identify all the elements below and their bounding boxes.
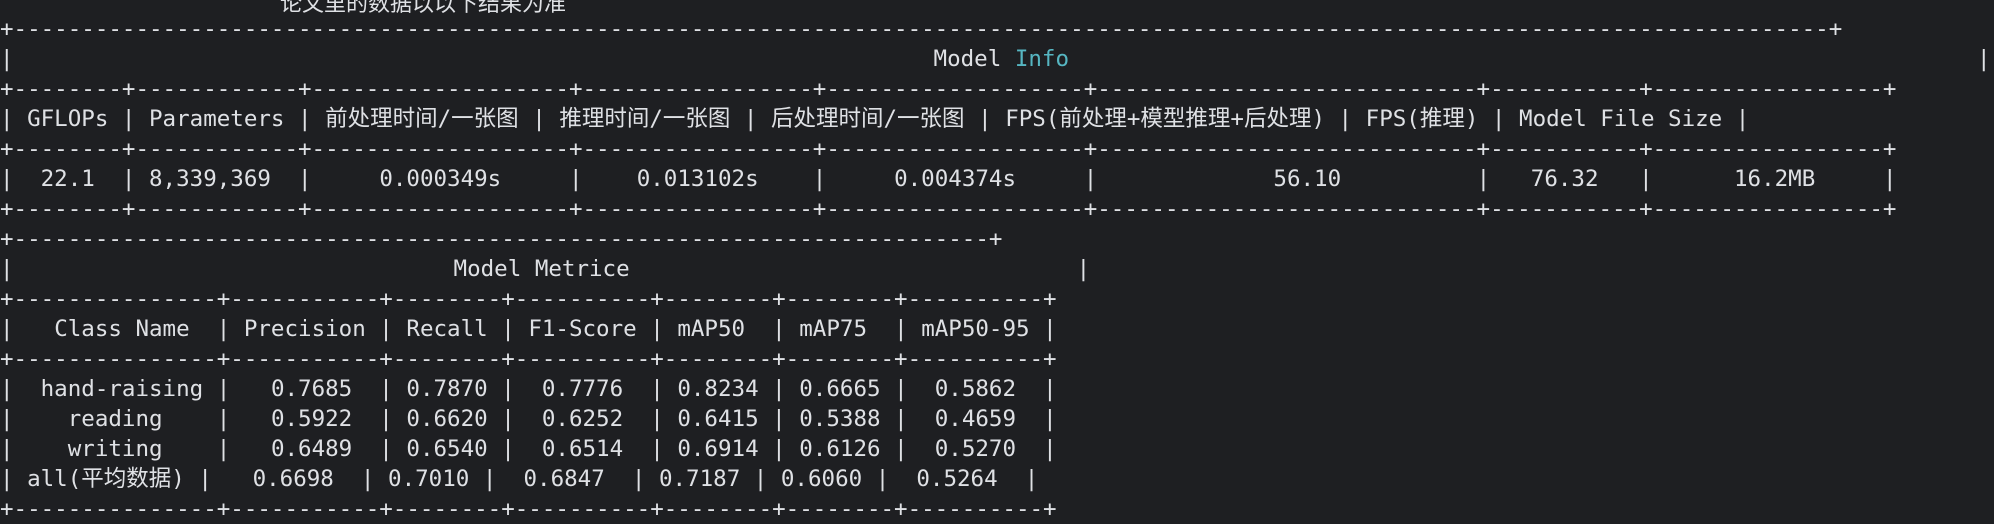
metrics-col-1: Precision: [243, 316, 366, 342]
metrics-col-5: mAP75: [799, 316, 867, 342]
table-row: | all(平均数据) | 0.6698 | 0.7010 | 0.6847 |…: [0, 466, 1039, 492]
info-border-mid: +--------+------------+-----------------…: [0, 76, 1897, 102]
info-val-1: 8,339,369: [149, 166, 271, 192]
info-col-1: Parameters: [149, 106, 285, 132]
info-title-row: | Model Info |: [0, 46, 1991, 72]
info-val-0: 22.1: [40, 166, 95, 192]
info-title-highlight: Info: [1014, 46, 1070, 72]
metrics-title-row: | Model Metrice |: [0, 256, 1091, 282]
metrics-border-bottom: +---------------+-----------+--------+--…: [0, 496, 1057, 522]
info-title-prefix: Model: [933, 46, 1015, 72]
info-col-4: 后处理时间/一张图: [771, 106, 965, 132]
terminal-output: 论文里的数据以以下结果为准 +-------------------------…: [0, 0, 1994, 522]
info-val-3: 0.013102s: [636, 166, 759, 192]
metrics-border-top: +---------------------------------------…: [0, 226, 1003, 252]
info-val-4: 0.004374s: [894, 166, 1017, 192]
info-col-5: FPS(前处理+模型推理+后处理): [1005, 106, 1326, 132]
info-border-bottom: +--------+------------+-----------------…: [0, 196, 1897, 222]
info-values-row: | 22.1 | 8,339,369 | 0.000349s | 0.01310…: [0, 166, 1897, 192]
metrics-title: Model Metrice: [453, 256, 630, 282]
info-border-top: +---------------------------------------…: [0, 16, 1843, 42]
metrics-col-4: mAP50: [677, 316, 746, 342]
info-col-6: FPS(推理): [1365, 106, 1479, 132]
metrics-col-2: Recall: [406, 316, 488, 342]
info-col-0: GFLOPs: [27, 106, 109, 132]
metrics-border-mid2: +---------------+-----------+--------+--…: [0, 346, 1057, 372]
table-row: | hand-raising | 0.7685 | 0.7870 | 0.777…: [0, 376, 1057, 402]
metrics-col-6: mAP50-95: [921, 316, 1030, 342]
info-col-2: 前处理时间/一张图: [325, 106, 519, 132]
info-header-row: | GFLOPs | Parameters | 前处理时间/一张图 | 推理时间…: [0, 106, 1750, 132]
table-row: | writing | 0.6489 | 0.6540 | 0.6514 | 0…: [0, 436, 1057, 462]
metrics-header-row: | Class Name | Precision | Recall | F1-S…: [0, 316, 1057, 342]
info-col-3: 推理时间/一张图: [559, 106, 731, 132]
metrics-col-3: F1-Score: [528, 316, 637, 342]
table-row: | reading | 0.5922 | 0.6620 | 0.6252 | 0…: [0, 406, 1057, 432]
info-val-2: 0.000349s: [379, 166, 502, 192]
metrics-border-mid: +---------------+-----------+--------+--…: [0, 286, 1057, 312]
info-val-6: 76.32: [1530, 166, 1599, 192]
info-border-mid2: +--------+------------+-----------------…: [0, 136, 1897, 162]
metrics-col-0: Class Name: [54, 316, 190, 342]
info-val-5: 56.10: [1273, 166, 1342, 192]
info-val-7: 16.2MB: [1734, 166, 1816, 192]
info-col-7: Model File Size: [1519, 106, 1723, 132]
